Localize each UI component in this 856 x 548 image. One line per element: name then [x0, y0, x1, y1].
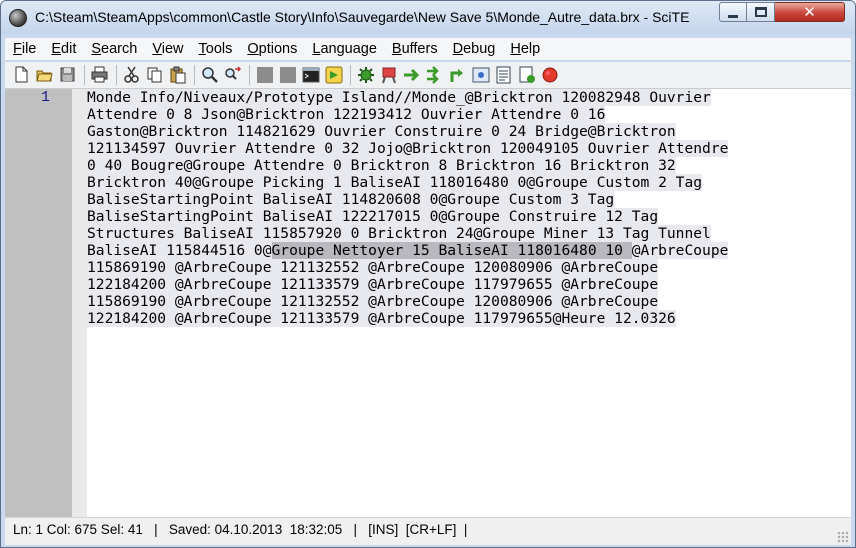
open-folder-icon: [36, 70, 53, 82]
go-arrow-button[interactable]: [424, 64, 446, 86]
properties-icon: [496, 66, 511, 84]
toolbar-separator: [84, 65, 85, 85]
selected-text: Groupe Nettoyer 15 BaliseAI 118016480 10: [271, 242, 632, 259]
code-line[interactable]: 122184200 @ArbreCoupe 121133579 @ArbreCo…: [87, 276, 659, 293]
toolbar: [5, 62, 851, 89]
line-number-gutter[interactable]: 1: [5, 89, 72, 517]
editor-pane[interactable]: 1 Monde Info/Niveaux/Prototype Island//M…: [5, 89, 851, 517]
scite-app-icon[interactable]: [9, 9, 27, 27]
find-icon: [202, 67, 218, 83]
stop-button[interactable]: [539, 64, 561, 86]
toolbar-separator: [194, 65, 195, 85]
scite-window: C:\Steam\SteamApps\common\Castle Story\I…: [0, 0, 856, 548]
menu-search[interactable]: Search: [91, 41, 137, 57]
print-icon: [91, 66, 108, 83]
code-line[interactable]: 115869190 @ArbreCoupe 121132552 @ArbreCo…: [87, 259, 659, 276]
paste-button[interactable]: [167, 64, 189, 86]
save-disk-button[interactable]: [57, 64, 79, 86]
build-button[interactable]: [378, 64, 400, 86]
step-button[interactable]: [447, 64, 469, 86]
text-area[interactable]: Monde Info/Niveaux/Prototype Island//Mon…: [87, 89, 851, 517]
code-line[interactable]: BaliseStartingPoint BaliseAI 114820608 0…: [87, 191, 615, 208]
macro-icon: [519, 66, 535, 83]
title-bar[interactable]: C:\Steam\SteamApps\common\Castle Story\I…: [1, 1, 855, 34]
go-arrow-icon: [427, 66, 439, 84]
fold-margin[interactable]: [72, 89, 87, 517]
undo-disabled-button[interactable]: [254, 64, 276, 86]
toolbar-separator: [249, 65, 250, 85]
cut-button[interactable]: [121, 64, 143, 86]
menu-debug[interactable]: Debug: [453, 41, 496, 57]
code-line[interactable]: 0 40 Bougre@Groupe Attendre 0 Bricktron …: [87, 157, 676, 174]
menu-language[interactable]: Language: [312, 41, 377, 57]
replace-button[interactable]: [222, 64, 244, 86]
step-icon: [450, 69, 463, 82]
compile-button[interactable]: [355, 64, 377, 86]
menu-view[interactable]: View: [152, 41, 183, 57]
new-file-icon: [15, 66, 28, 83]
go-button[interactable]: [323, 64, 345, 86]
code-line[interactable]: Gaston@Bricktron 114821629 Ouvrier Const…: [87, 123, 676, 140]
go-icon: [325, 66, 343, 84]
code-line[interactable]: BaliseStartingPoint BaliseAI 122217015 0…: [87, 208, 659, 225]
terminal-button[interactable]: [300, 64, 322, 86]
maximize-icon: [754, 7, 767, 17]
code-line[interactable]: BaliseAI 115844516 0@Groupe Nettoyer 15 …: [87, 242, 729, 259]
find-button[interactable]: [199, 64, 221, 86]
code-text: @ArbreCoupe: [631, 242, 729, 259]
line-number: 1: [40, 89, 50, 106]
properties-button[interactable]: [493, 64, 515, 86]
open-folder-button[interactable]: [34, 64, 56, 86]
code-line[interactable]: Attendre 0 8 Json@Bricktron 122193412 Ou…: [87, 106, 606, 123]
code-line[interactable]: Monde Info/Niveaux/Prototype Island//Mon…: [87, 89, 711, 106]
toolbar-separator: [350, 65, 351, 85]
code-text: BaliseAI 115844516 0@: [87, 242, 272, 259]
minimize-button[interactable]: [719, 2, 747, 22]
print-button[interactable]: [89, 64, 111, 86]
code-line[interactable]: Structures BaliseAI 115857920 0 Bricktro…: [87, 225, 711, 242]
run-icon: [404, 68, 420, 82]
save-disk-icon: [60, 67, 75, 82]
cut-icon: [124, 66, 139, 83]
run-button[interactable]: [401, 64, 423, 86]
window-title: C:\Steam\SteamApps\common\Castle Story\I…: [35, 9, 690, 25]
menu-buffers[interactable]: Buffers: [392, 41, 438, 57]
view-button[interactable]: [470, 64, 492, 86]
menu-help[interactable]: Help: [510, 41, 540, 57]
code-line[interactable]: 122184200 @ArbreCoupe 121133579 @ArbreCo…: [87, 310, 676, 327]
menu-tools[interactable]: Tools: [199, 41, 233, 57]
code-line[interactable]: 121134597 Ouvrier Attendre 0 32 Jojo@Bri…: [87, 140, 729, 157]
menu-edit[interactable]: Edit: [51, 41, 76, 57]
new-file-button[interactable]: [11, 64, 33, 86]
resize-grip-icon[interactable]: [837, 531, 849, 543]
paste-icon: [170, 66, 186, 84]
stop-icon: [542, 67, 558, 83]
code-line[interactable]: Bricktron 40@Groupe Picking 1 BaliseAI 1…: [87, 174, 703, 191]
undo-disabled-icon: [257, 67, 273, 83]
code-line[interactable]: 115869190 @ArbreCoupe 121132552 @ArbreCo…: [87, 293, 659, 310]
status-text: Ln: 1 Col: 675 Sel: 41 | Saved: 04.10.20…: [13, 522, 468, 537]
replace-icon: [225, 66, 242, 80]
close-button[interactable]: ✕: [775, 2, 845, 22]
view-icon: [472, 67, 490, 83]
toolbar-separator: [116, 65, 117, 85]
macro-button[interactable]: [516, 64, 538, 86]
build-icon: [382, 67, 396, 84]
redo-disabled-button[interactable]: [277, 64, 299, 86]
menu-bar: File Edit Search View Tools Options Language Bu…: [5, 38, 851, 60]
menu-options[interactable]: Options: [247, 41, 297, 57]
terminal-icon: [302, 67, 320, 83]
copy-icon: [147, 67, 162, 83]
maximize-button[interactable]: [747, 2, 775, 22]
redo-disabled-icon: [280, 67, 296, 83]
compile-icon: [358, 67, 374, 83]
status-bar: Ln: 1 Col: 675 Sel: 41 | Saved: 04.10.20…: [5, 517, 851, 545]
close-icon: ✕: [803, 3, 816, 21]
menu-file[interactable]: File: [13, 41, 36, 57]
minimize-icon: [728, 14, 738, 18]
copy-button[interactable]: [144, 64, 166, 86]
